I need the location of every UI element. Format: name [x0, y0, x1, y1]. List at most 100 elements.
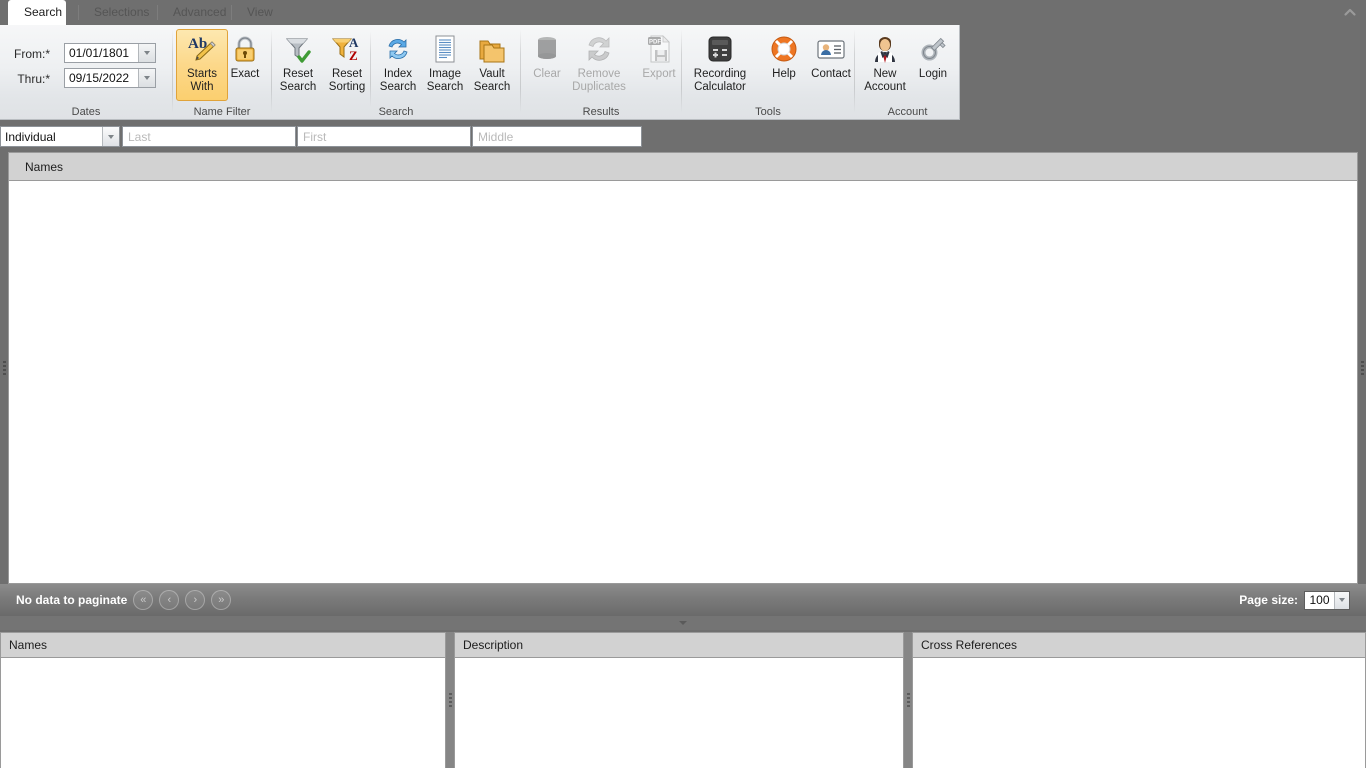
results-grid-body[interactable]	[9, 181, 1357, 583]
recording-calculator-button[interactable]: Recording Calculator	[686, 29, 754, 101]
page-size-select[interactable]: 100	[1304, 590, 1350, 610]
clear-button[interactable]: Clear	[521, 29, 573, 101]
tab-selections[interactable]: Selections	[78, 0, 149, 25]
page-size-label: Page size:	[1239, 593, 1298, 607]
help-label: Help	[772, 68, 796, 80]
cross-references-panel-body[interactable]	[913, 658, 1365, 768]
folders-icon	[476, 33, 508, 65]
reset-search-button[interactable]: Reset Search	[272, 29, 324, 101]
tab-search[interactable]: Search	[8, 0, 66, 25]
last-name-field[interactable]	[122, 126, 296, 147]
names-panel-title: Names	[9, 638, 48, 652]
vault-search-button[interactable]: Vault Search	[466, 29, 518, 101]
names-panel: Names	[0, 632, 446, 768]
next-page-button[interactable]: ›	[185, 590, 206, 610]
reset-search-label: Reset Search	[273, 68, 323, 93]
thru-label: Thru:*	[17, 72, 50, 86]
tab-advanced[interactable]: Advanced	[157, 0, 227, 25]
ribbon-group-results: Clear Remove Duplicates PDF Export Resul…	[521, 25, 681, 120]
index-search-line2: Search	[379, 80, 417, 93]
last-name-input[interactable]	[123, 127, 295, 146]
from-date-input[interactable]	[65, 44, 138, 62]
lock-icon	[229, 33, 261, 65]
image-search-button[interactable]: Image Search	[419, 29, 471, 101]
first-page-button[interactable]: «	[133, 590, 154, 610]
ribbon-inner-separator	[370, 31, 371, 107]
exact-button[interactable]: Exact	[219, 29, 271, 101]
ribbon-group-label-tools: Tools	[755, 106, 781, 118]
reset-sorting-button[interactable]: A Z Reset Sorting	[321, 29, 373, 101]
ribbon-group-label-search: Search	[378, 106, 414, 118]
life-ring-icon	[768, 33, 800, 65]
first-name-field[interactable]	[297, 126, 471, 147]
ribbon-group-tools: Recording Calculator Help Contact Tools	[682, 25, 854, 120]
login-button[interactable]: Login	[907, 29, 959, 101]
last-page-button[interactable]: »	[211, 590, 232, 610]
tab-view[interactable]: View	[231, 0, 287, 25]
vault-search-line2: Search	[473, 80, 511, 93]
from-date-dropdown-button[interactable]	[138, 44, 155, 62]
chevron-up-icon[interactable]	[1342, 4, 1358, 20]
key-icon	[917, 33, 949, 65]
svg-text:Z: Z	[349, 48, 358, 63]
calculator-icon	[704, 33, 736, 65]
previous-page-button[interactable]: ‹	[159, 590, 180, 610]
thru-date-field[interactable]	[64, 68, 156, 88]
index-search-button[interactable]: Index Search	[372, 29, 424, 101]
refresh-arrows-icon	[382, 33, 414, 65]
description-crossref-splitter[interactable]	[904, 632, 912, 768]
grid-right-splitter[interactable]	[1358, 152, 1366, 584]
description-panel-header: Description	[455, 633, 903, 658]
export-button[interactable]: PDF Export	[633, 29, 685, 101]
middle-name-field[interactable]	[472, 126, 642, 147]
vault-search-line1: Vault	[479, 68, 505, 80]
export-label: Export	[642, 68, 676, 80]
detail-panel-splitter[interactable]	[0, 616, 1366, 630]
funnel-az-icon: A Z	[331, 33, 363, 65]
column-header-names[interactable]: Names	[9, 160, 63, 174]
recycle-arrows-icon	[583, 33, 615, 65]
chevron-down-icon	[144, 76, 150, 80]
exact-label: Exact	[230, 68, 260, 80]
index-search-label: Index Search	[373, 68, 423, 93]
new-account-button[interactable]: New Account	[859, 29, 911, 101]
grid-left-splitter[interactable]	[0, 152, 8, 584]
reset-sorting-label: Reset Sorting	[322, 68, 372, 93]
cross-references-panel-title: Cross References	[921, 638, 1018, 652]
pdf-export-icon: PDF	[643, 33, 675, 65]
ribbon-group-label-account: Account	[887, 106, 928, 118]
ribbon: From:* Thru:* Dates Ab	[0, 25, 960, 120]
names-panel-body[interactable]	[1, 658, 445, 768]
thru-date-dropdown-button[interactable]	[138, 69, 155, 87]
first-name-input[interactable]	[298, 127, 470, 146]
new-account-line2: Account	[864, 80, 906, 93]
record-type-select[interactable]: Individual	[0, 126, 120, 147]
names-description-splitter[interactable]	[446, 632, 454, 768]
splitter-grip-icon	[1360, 359, 1364, 377]
results-grid-header: Names	[9, 153, 1357, 181]
help-button[interactable]: Help	[758, 29, 810, 101]
splitter-grip-icon	[448, 691, 452, 709]
tab-selections-label: Selections	[94, 5, 150, 19]
remove-duplicates-button[interactable]: Remove Duplicates	[567, 29, 631, 101]
from-date-field[interactable]	[64, 43, 156, 63]
ribbon-group-search: Reset Search A Z Reset Sorting Index Sea…	[272, 25, 520, 120]
page-size-value: 100	[1309, 593, 1330, 607]
tab-view-label: View	[247, 5, 273, 19]
image-search-line1: Image	[429, 68, 461, 80]
remove-duplicates-line2: Duplicates	[572, 80, 626, 93]
ribbon-group-account: New Account Login Account	[855, 25, 960, 120]
image-search-label: Image Search	[420, 68, 470, 93]
thru-date-input[interactable]	[65, 69, 138, 87]
person-suit-icon	[869, 33, 901, 65]
contact-button[interactable]: Contact	[805, 29, 857, 101]
record-type-dropdown-button[interactable]	[102, 127, 119, 146]
cross-references-panel: Cross References	[912, 632, 1366, 768]
description-panel-title: Description	[463, 638, 524, 652]
middle-name-input[interactable]	[473, 127, 641, 146]
from-label: From:*	[14, 47, 50, 61]
page-size-dropdown-button[interactable]	[1334, 591, 1349, 609]
splitter-grip-icon	[2, 359, 6, 377]
description-panel-body[interactable]	[455, 658, 903, 768]
contact-label: Contact	[811, 68, 851, 80]
